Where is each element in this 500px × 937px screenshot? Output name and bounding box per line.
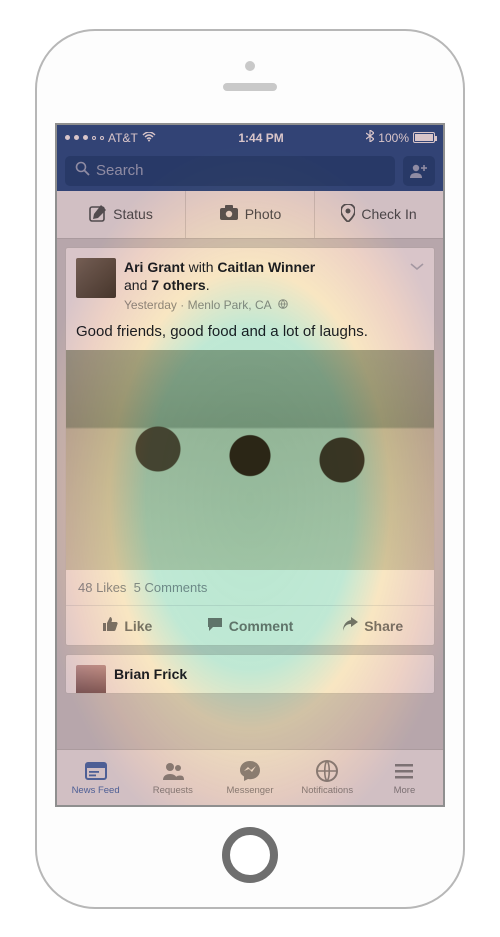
post-meta: Yesterday · Menlo Park, CA <box>124 297 402 313</box>
comment-button[interactable]: Comment <box>189 606 312 645</box>
post-body: Good friends, good food and a lot of lau… <box>66 323 434 350</box>
share-icon <box>342 617 358 634</box>
post-headline: Ari Grant with Caitlan Winner and 7 othe… <box>124 258 402 296</box>
like-icon <box>102 616 118 635</box>
wifi-icon <box>142 131 156 145</box>
tab-more[interactable]: More <box>366 750 443 805</box>
post-card[interactable]: Brian Frick <box>65 654 435 694</box>
battery-pct: 100% <box>378 131 409 145</box>
composer-bar: Status Photo Check In <box>57 191 443 239</box>
phone-sensor <box>245 61 255 71</box>
friends-button[interactable] <box>403 156 435 186</box>
pin-icon <box>341 204 355 225</box>
feed-area: Ari Grant with Caitlan Winner and 7 othe… <box>57 239 443 695</box>
post-photo[interactable] <box>66 350 434 570</box>
comment-icon <box>207 617 223 635</box>
tab-messenger[interactable]: Messenger <box>211 750 288 805</box>
screen: AT&T 1:44 PM 100% Search <box>55 123 445 807</box>
post-stats[interactable]: 48 Likes 5 Comments <box>66 570 434 606</box>
avatar[interactable] <box>76 665 106 694</box>
tab-bar: News Feed Requests Messenger Notificatio… <box>57 749 443 805</box>
globe-icon <box>278 298 288 312</box>
tab-notifications[interactable]: Notifications <box>289 750 366 805</box>
tab-news-feed[interactable]: News Feed <box>57 750 134 805</box>
clock: 1:44 PM <box>238 131 283 145</box>
post-author: Brian Frick <box>114 666 187 682</box>
composer-checkin[interactable]: Check In <box>315 191 443 238</box>
post-actions: Like Comment Share <box>66 606 434 645</box>
post-card[interactable]: Ari Grant with Caitlan Winner and 7 othe… <box>65 247 435 647</box>
bluetooth-icon <box>366 130 374 145</box>
phone-frame: AT&T 1:44 PM 100% Search <box>35 29 465 909</box>
search-icon <box>75 161 90 180</box>
search-placeholder: Search <box>96 162 144 179</box>
search-input[interactable]: Search <box>65 156 395 186</box>
avatar[interactable] <box>76 258 116 298</box>
battery-icon <box>413 132 435 143</box>
status-bar: AT&T 1:44 PM 100% <box>57 125 443 151</box>
home-button[interactable] <box>222 827 278 883</box>
composer-status[interactable]: Status <box>57 191 186 238</box>
compose-icon <box>89 204 107 225</box>
chevron-down-icon[interactable] <box>410 258 424 274</box>
composer-photo[interactable]: Photo <box>186 191 315 238</box>
tab-requests[interactable]: Requests <box>134 750 211 805</box>
phone-speaker <box>223 83 277 91</box>
camera-icon <box>219 205 239 224</box>
share-button[interactable]: Share <box>311 606 434 645</box>
search-bar: Search <box>57 151 443 191</box>
like-button[interactable]: Like <box>66 606 189 645</box>
carrier-label: AT&T <box>108 131 138 145</box>
